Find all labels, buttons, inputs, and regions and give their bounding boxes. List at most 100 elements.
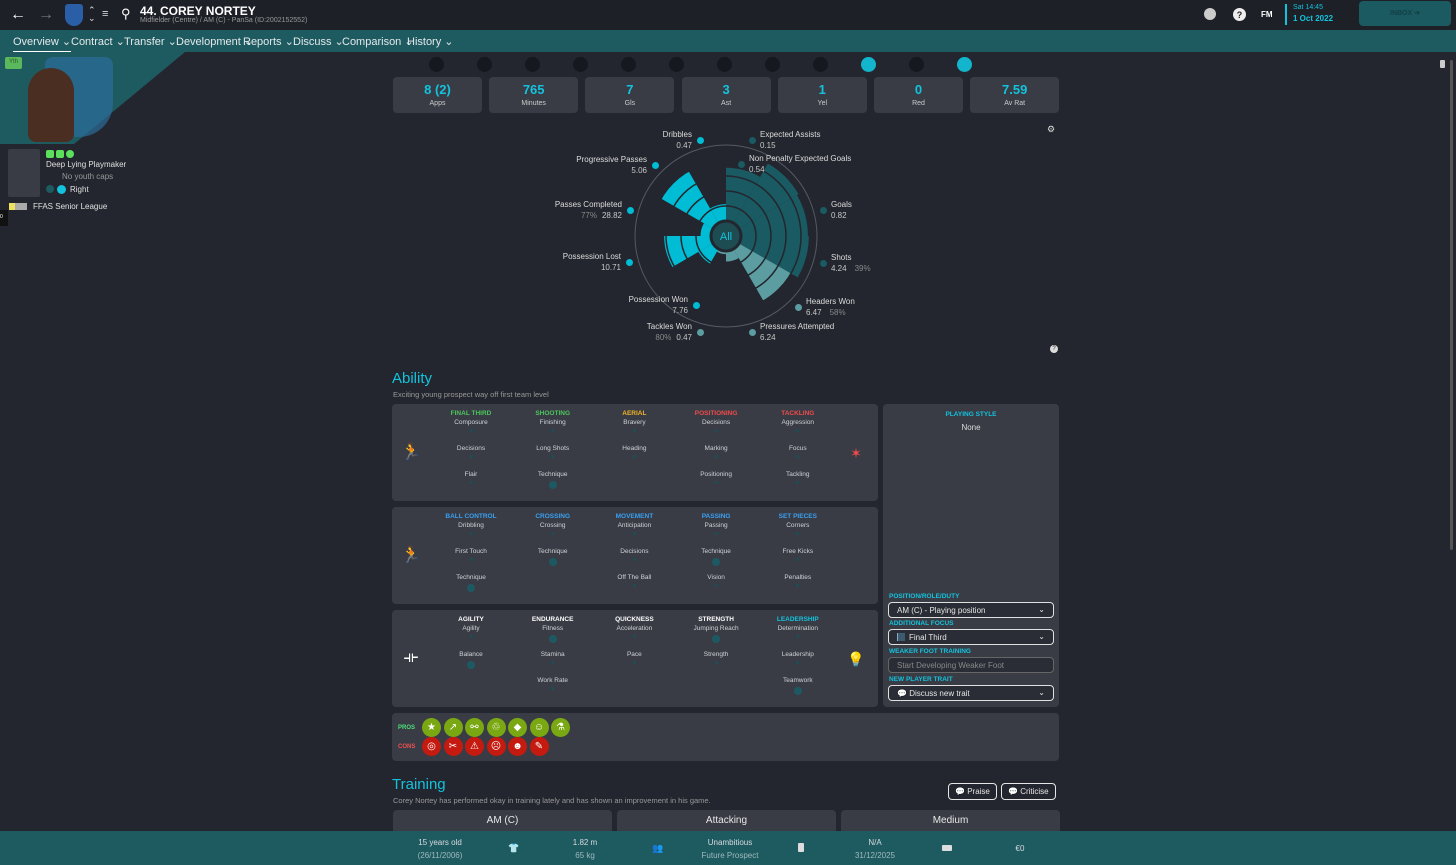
horse-icon[interactable] <box>813 57 828 72</box>
radar-dot <box>795 304 802 311</box>
menu-icon[interactable]: ≡ <box>102 8 108 20</box>
praise-button[interactable]: 💬 Praise <box>948 783 997 800</box>
training-card[interactable]: Medium <box>841 810 1060 831</box>
gear-icon[interactable] <box>765 57 780 72</box>
scrollbar[interactable] <box>1450 60 1453 550</box>
world-icon[interactable] <box>1204 8 1216 20</box>
search-icon[interactable]: ⚲ <box>121 6 131 22</box>
eye-icon[interactable] <box>621 57 636 72</box>
position-pitch[interactable] <box>8 149 40 197</box>
radar-label: Goals 0.82 <box>831 199 852 221</box>
position-select[interactable]: AM (C) - Playing position ⌄ <box>888 602 1054 618</box>
con-trait-icon[interactable]: ✎ <box>529 737 549 756</box>
dribbler-icon: 🏃 <box>401 547 421 564</box>
tab-discuss[interactable]: Discuss ⌄ <box>293 35 344 48</box>
con-trait-icon[interactable]: ⚠ <box>465 737 484 756</box>
shirt-icon: 👕 <box>508 843 520 853</box>
tag-icon[interactable] <box>669 57 684 72</box>
people-icon: 👥 <box>652 843 664 853</box>
attribute[interactable]: Penalties <box>748 574 848 600</box>
attribute[interactable]: Aggression <box>748 419 848 445</box>
attribute-indicator <box>796 455 800 458</box>
pro-trait-icon[interactable]: ◆ <box>508 718 527 737</box>
tab-history[interactable]: History ⌄ <box>407 35 454 48</box>
hammer-sickle-icon[interactable] <box>573 57 588 72</box>
stat-gls: 7 Gls <box>585 77 675 113</box>
game-date[interactable]: 1 Oct 2022 <box>1293 14 1333 23</box>
attribute[interactable]: Teamwork <box>748 677 848 703</box>
metric-value: 0.15 <box>760 141 776 150</box>
metric-value: 6.47 <box>806 308 822 317</box>
con-trait-icon[interactable]: ✂ <box>443 737 463 756</box>
witch-hat-icon[interactable] <box>861 57 876 72</box>
attribute[interactable]: Leadership <box>748 651 848 677</box>
con-trait-icon[interactable]: ◎ <box>422 737 441 756</box>
attribute-indicator <box>793 687 802 695</box>
status-icons <box>46 150 74 158</box>
help-icon[interactable]: ? <box>1233 8 1246 21</box>
attribute-indicator <box>712 635 721 643</box>
attribute[interactable]: Work Rate <box>503 677 603 703</box>
training-card[interactable]: AM (C) <box>393 810 612 831</box>
tab-contract[interactable]: Contract ⌄ <box>71 35 125 48</box>
scrollbar-handle[interactable] <box>1440 60 1445 68</box>
tab-overview[interactable]: Overview ⌄ <box>13 35 72 53</box>
league-name[interactable]: FFAS Senior League <box>33 202 107 211</box>
metric-value: 0.54 <box>749 165 765 174</box>
striker-icon: 🏃 <box>401 444 421 461</box>
con-trait-icon[interactable]: ☻ <box>508 737 527 756</box>
help-icon[interactable]: ? <box>1050 345 1058 353</box>
date-divider <box>1285 4 1287 25</box>
attribute[interactable]: Corners <box>748 522 848 548</box>
player-status: Future Prospect <box>701 851 759 860</box>
attribute[interactable]: Determination <box>748 625 848 651</box>
focus-select[interactable]: Final Third ⌄ <box>888 629 1054 645</box>
training-card[interactable]: Attacking <box>617 810 836 831</box>
pro-trait-icon[interactable]: ☺ <box>529 718 549 737</box>
tab-reports[interactable]: Reports ⌄ <box>243 35 294 48</box>
inbox-label: INBOX <box>1390 10 1413 17</box>
back-arrow-icon[interactable]: ← <box>10 6 26 24</box>
club-crest-icon[interactable] <box>65 4 83 26</box>
settings-icon[interactable]: ⚙ <box>1047 124 1055 135</box>
forward-arrow-icon[interactable]: → <box>38 6 54 24</box>
attribute-indicator <box>632 584 636 587</box>
weak-foot-select[interactable]: Start Developing Weaker Foot <box>888 657 1054 673</box>
inbox-button[interactable]: INBOX ➔ <box>1359 1 1451 26</box>
focus-color-icon <box>897 633 905 641</box>
crosshair-icon[interactable] <box>909 57 924 72</box>
pro-trait-icon[interactable]: ↗ <box>443 718 463 737</box>
pro-trait-icon[interactable]: ★ <box>422 718 441 737</box>
book-icon[interactable] <box>477 57 492 72</box>
fm-logo[interactable]: FM <box>1261 10 1273 19</box>
trait-select[interactable]: 💬 Discuss new trait ⌄ <box>888 685 1054 701</box>
attribute-indicator <box>469 481 473 484</box>
con-trait-icon[interactable]: ☹ <box>486 737 506 756</box>
attribute-indicator <box>796 429 800 432</box>
contract-end: 31/12/2025 <box>854 851 896 860</box>
tab-transfer[interactable]: Transfer ⌄ <box>124 35 177 48</box>
radar-label: Non Penalty Expected Goals 0.54 <box>749 153 851 175</box>
criticise-button[interactable]: 💬 Criticise <box>1001 783 1056 800</box>
foot-icon <box>46 185 54 193</box>
tab-development[interactable]: Development ⌄ <box>176 35 253 48</box>
snail-icon[interactable] <box>525 57 540 72</box>
attribute[interactable]: Tackling <box>748 471 848 497</box>
side-tab[interactable]: 0 <box>0 210 8 226</box>
metric-value: 10.71 <box>600 263 621 272</box>
attribute[interactable]: Technique <box>421 574 521 600</box>
tab-comparison[interactable]: Comparison ⌄ <box>342 35 414 48</box>
radar-dot <box>652 162 659 169</box>
attribute[interactable]: Free Kicks <box>748 548 848 574</box>
training-title: Training <box>392 776 446 793</box>
skull-icon[interactable] <box>717 57 732 72</box>
attribute[interactable]: Technique <box>503 471 603 497</box>
pro-trait-icon[interactable]: ⚗ <box>551 718 570 737</box>
up-down-icon[interactable]: ⌃ ⌄ <box>88 6 96 23</box>
fox-icon[interactable] <box>957 57 972 72</box>
pro-trait-icon[interactable]: ♲ <box>486 718 506 737</box>
stat-red: 0 Red <box>874 77 963 113</box>
anchor-icon[interactable] <box>429 57 444 72</box>
pro-trait-icon[interactable]: ⚯ <box>465 718 484 737</box>
attribute[interactable]: Focus <box>748 445 848 471</box>
